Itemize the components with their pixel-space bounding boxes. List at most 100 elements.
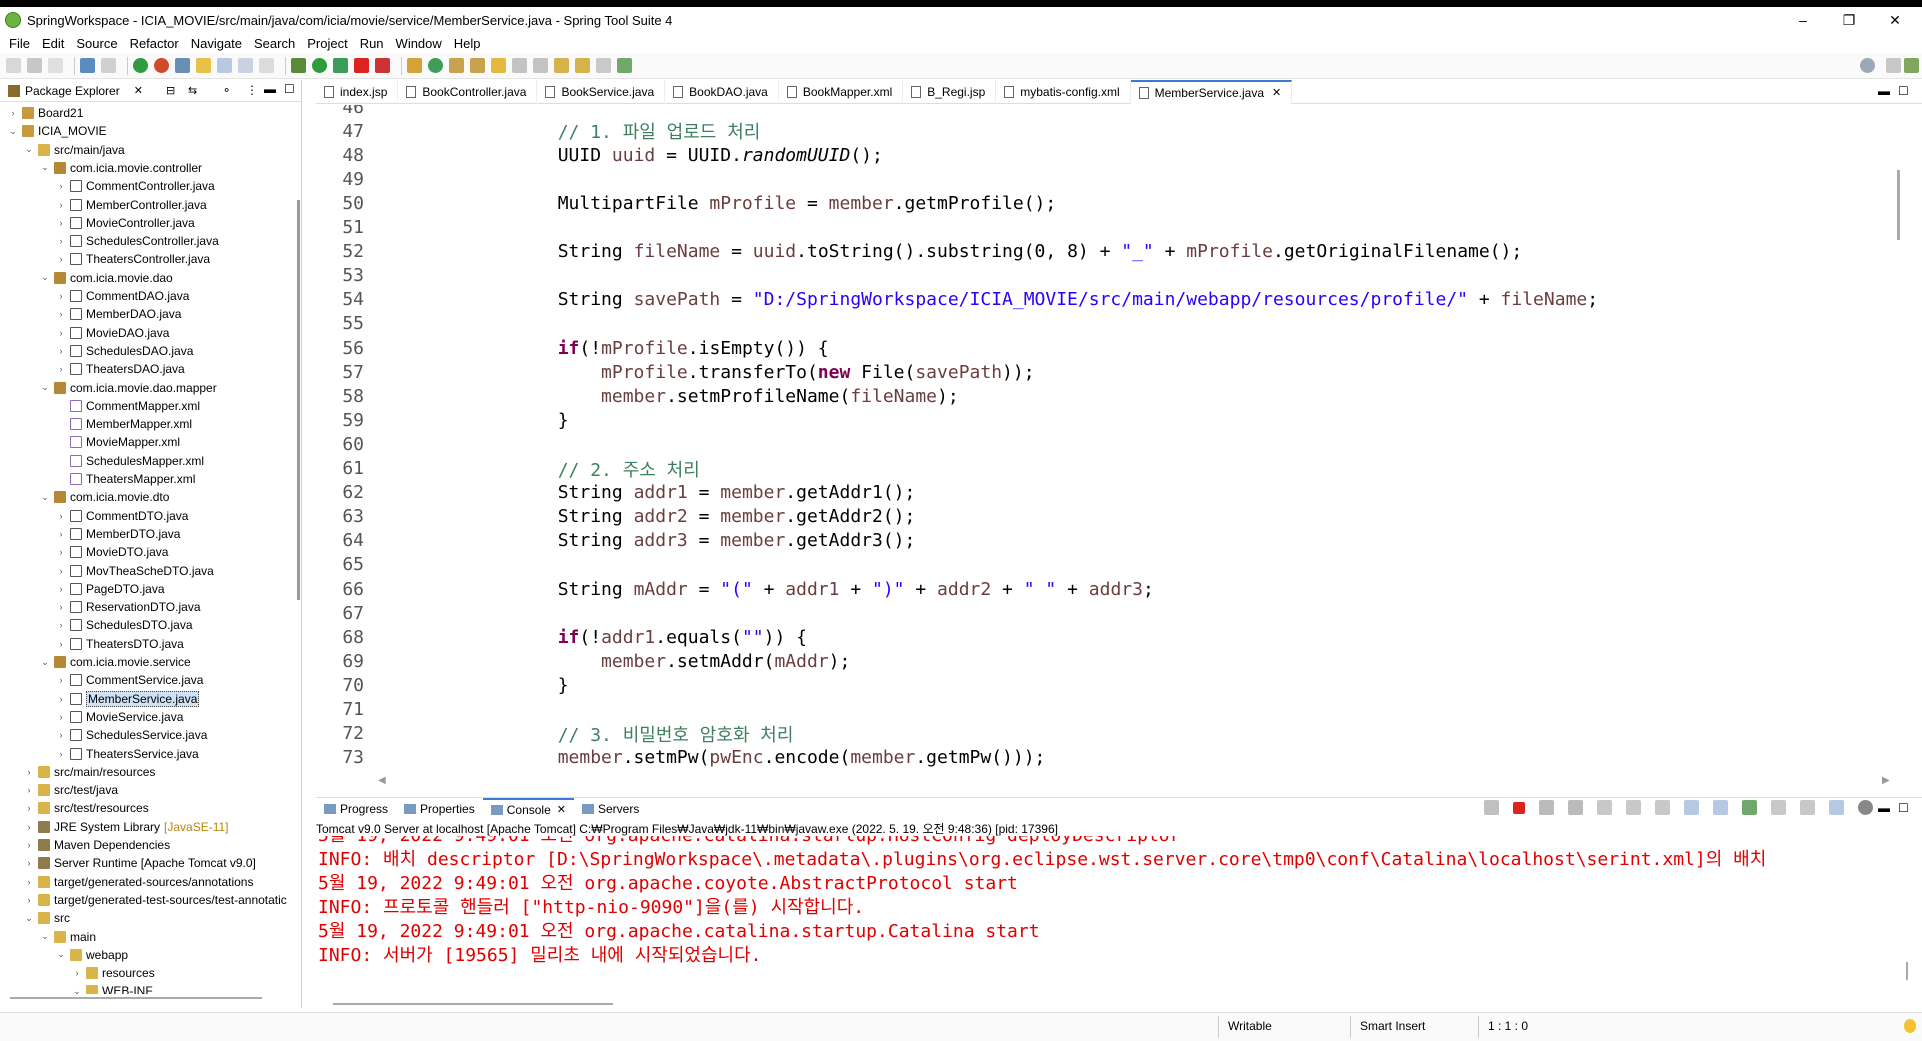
tree-item[interactable]: ⌄ com.icia.movie.service (40, 653, 190, 671)
forward-icon[interactable] (596, 58, 611, 73)
tree-item[interactable]: MovieMapper.xml (56, 433, 180, 451)
chevron-down-icon[interactable]: ⌄ (24, 144, 34, 155)
tree-item[interactable]: › Board21 (8, 104, 84, 122)
tree-item[interactable]: › SchedulesDTO.java (56, 616, 193, 634)
terminal-icon[interactable] (80, 58, 95, 73)
scroll-right-icon[interactable]: ▶ (1882, 775, 1890, 786)
chevron-right-icon[interactable]: › (72, 968, 82, 978)
editor-tab[interactable]: index.jsp (316, 79, 399, 104)
save-all-icon[interactable] (48, 58, 63, 73)
spring-boot-dashboard-icon[interactable] (133, 58, 148, 73)
tree-horizontal-scrollbar[interactable] (10, 997, 262, 999)
terminate-icon[interactable] (1513, 802, 1525, 814)
previous-annotation-icon[interactable] (533, 58, 548, 73)
chevron-right-icon[interactable]: › (56, 529, 66, 539)
close-icon[interactable]: ✕ (134, 84, 143, 97)
chevron-right-icon[interactable]: › (24, 840, 34, 850)
editor-tab[interactable]: B_Regi.jsp (903, 79, 997, 104)
tree-item[interactable]: SchedulesMapper.xml (56, 452, 204, 470)
tree-item[interactable]: › MovieController.java (56, 214, 195, 232)
chevron-right-icon[interactable]: › (56, 218, 66, 228)
chevron-right-icon[interactable]: › (24, 877, 34, 887)
chevron-right-icon[interactable]: › (56, 200, 66, 210)
maximize-button[interactable]: ❐ (1826, 7, 1872, 33)
pin-icon[interactable] (1742, 800, 1757, 815)
chevron-right-icon[interactable]: › (56, 620, 66, 630)
filter-icon[interactable]: ⚬ (222, 84, 231, 97)
chevron-right-icon[interactable]: › (56, 346, 66, 356)
menu-edit[interactable]: Edit (42, 36, 64, 51)
back-icon[interactable] (575, 58, 590, 73)
chevron-right-icon[interactable]: › (56, 730, 66, 740)
minimize-button[interactable]: – (1780, 7, 1826, 33)
remove-launch-icon[interactable] (1539, 800, 1554, 815)
save-icon[interactable] (27, 58, 42, 73)
gear-icon[interactable] (1858, 800, 1873, 815)
editor-tab[interactable]: BookDAO.java (665, 79, 779, 104)
tree-item[interactable]: ⌄ WEB-INF (72, 982, 153, 994)
chevron-right-icon[interactable]: › (56, 566, 66, 576)
chevron-down-icon[interactable]: ⌄ (72, 986, 82, 994)
chevron-down-icon[interactable]: ⌄ (40, 162, 50, 173)
chevron-right-icon[interactable]: › (56, 675, 66, 685)
toggle-mark-occurrences-icon[interactable] (196, 58, 211, 73)
close-button[interactable]: ✕ (1872, 7, 1918, 33)
tree-item[interactable]: › CommentDAO.java (56, 287, 190, 305)
scroll-lock-icon[interactable] (1626, 800, 1641, 815)
display-console-icon[interactable] (1771, 800, 1786, 815)
tree-item[interactable]: › MovieDTO.java (56, 543, 169, 561)
chevron-down-icon[interactable]: ⌄ (56, 949, 66, 960)
menu-project[interactable]: Project (307, 36, 347, 51)
tree-item[interactable]: › MemberController.java (56, 196, 207, 214)
debug-perspective-icon[interactable] (175, 58, 190, 73)
tree-item[interactable]: › CommentDTO.java (56, 507, 189, 525)
tree-item[interactable]: › TheatersService.java (56, 745, 199, 763)
tree-item[interactable]: › SchedulesController.java (56, 232, 219, 250)
editor-tab[interactable]: BookController.java (398, 79, 538, 104)
editor-tab[interactable]: BookMapper.xml (779, 79, 904, 104)
close-tab-icon[interactable]: ✕ (1272, 86, 1281, 99)
clear-console-icon[interactable] (1597, 800, 1612, 815)
editor-tab[interactable]: MemberService.java ✕ (1130, 79, 1293, 104)
show-on-stdout-icon[interactable] (1684, 800, 1699, 815)
stop-icon[interactable] (354, 58, 369, 73)
open-task-icon[interactable] (470, 58, 485, 73)
chevron-right-icon[interactable]: › (56, 328, 66, 338)
skip-breakpoints-icon[interactable] (101, 58, 116, 73)
tree-item[interactable]: › TheatersDAO.java (56, 360, 185, 378)
next-annotation-icon[interactable] (512, 58, 527, 73)
chevron-right-icon[interactable]: › (24, 767, 34, 777)
debug-icon[interactable] (291, 58, 306, 73)
maximize-view-icon[interactable]: ☐ (284, 82, 295, 96)
menu-search[interactable]: Search (254, 36, 295, 51)
menu-run[interactable]: Run (360, 36, 384, 51)
tree-item[interactable]: ⌄ com.icia.movie.dao (40, 269, 173, 287)
chevron-down-icon[interactable]: ⌄ (8, 126, 18, 137)
chevron-right-icon[interactable]: › (56, 694, 66, 704)
tree-item[interactable]: CommentMapper.xml (56, 397, 200, 415)
tree-item[interactable]: › CommentController.java (56, 177, 215, 195)
tab-package-explorer[interactable]: Package Explorer ✕ (0, 80, 143, 102)
new-java-package-icon[interactable] (407, 58, 422, 73)
new-icon[interactable] (6, 58, 21, 73)
run-icon[interactable] (312, 58, 327, 73)
maximize-console-icon[interactable]: ☐ (1898, 801, 1909, 815)
tree-item[interactable]: › MemberDTO.java (56, 525, 181, 543)
tree-item[interactable]: ⌄ webapp (56, 946, 128, 964)
minimize-view-icon[interactable]: ▬ (264, 82, 276, 96)
spring-icon[interactable] (154, 58, 169, 73)
tree-item[interactable]: ⌄ src/main/java (24, 141, 124, 159)
editor-tab[interactable]: mybatis-config.xml (996, 79, 1131, 104)
chevron-down-icon[interactable]: ⌄ (40, 492, 50, 503)
editor-vertical-scrollbar[interactable] (1897, 170, 1900, 240)
console-horizontal-scrollbar[interactable] (333, 1003, 613, 1005)
tree-item[interactable]: ⌄ ICIA_MOVIE (8, 122, 106, 140)
chevron-right-icon[interactable]: › (56, 254, 66, 264)
show-on-stderr-icon[interactable] (1713, 800, 1728, 815)
minimize-editor-icon[interactable]: ▬ (1878, 84, 1890, 98)
console-output[interactable]: 5월 19, 2022 9:49:01 오전 org.apache.catali… (316, 836, 1906, 996)
chevron-right-icon[interactable]: › (24, 858, 34, 868)
maximize-editor-icon[interactable]: ☐ (1898, 84, 1909, 98)
chevron-right-icon[interactable]: › (56, 364, 66, 374)
open-type-icon[interactable] (449, 58, 464, 73)
